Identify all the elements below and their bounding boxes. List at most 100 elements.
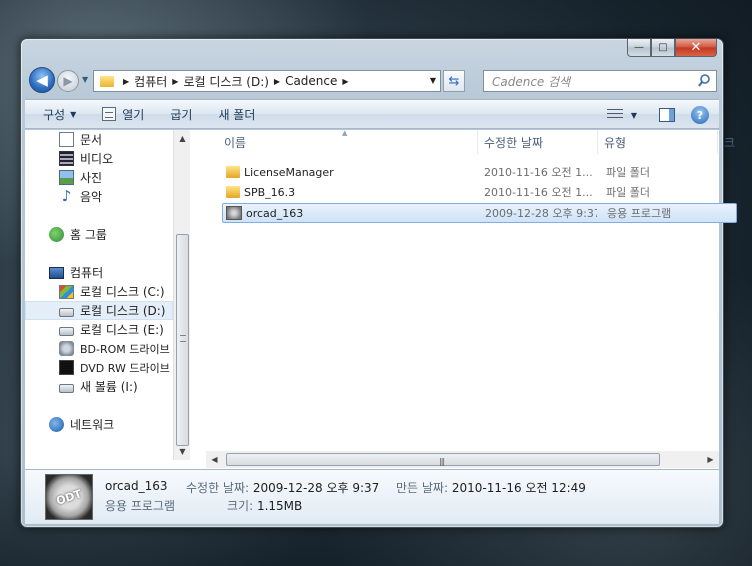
file-list: ▲ 이름 수정한 날짜 유형 크 LicenseManager 2010-11-… — [206, 129, 737, 469]
sidebar-item-pictures[interactable]: 사진 — [25, 168, 173, 187]
scroll-up-icon[interactable]: ▲ — [174, 130, 191, 147]
video-icon — [59, 151, 74, 166]
file-modified: 2010-11-16 오전 1... — [484, 166, 593, 179]
sidebar-item-network[interactable]: 네트워크 — [25, 415, 173, 434]
back-button[interactable]: ◀ — [29, 67, 55, 93]
breadcrumb-computer[interactable]: 컴퓨터 — [134, 73, 167, 90]
homegroup-icon — [49, 227, 64, 242]
sidebar-item-label: 로컬 디스크 (D:) — [80, 304, 166, 318]
created-value: 2010-11-16 오전 12:49 — [451, 481, 586, 495]
scroll-right-icon[interactable]: ▶ — [702, 451, 719, 468]
document-icon — [59, 132, 74, 147]
chevron-right-icon[interactable]: ▶ — [123, 77, 129, 86]
organize-label: 구성 — [43, 107, 66, 122]
size-value: 1.15MB — [256, 499, 303, 513]
address-bar[interactable]: ▶ 컴퓨터 ▶ 로컬 디스크 (D:) ▶ Cadence ▶ ▼ — [93, 70, 441, 92]
sidebar-item-bd-drive[interactable]: BD-ROM 드라이브 — [25, 339, 173, 358]
search-input[interactable]: Cadence 검색 — [483, 70, 717, 92]
sidebar-item-label: 음악 — [80, 190, 103, 204]
address-dropdown-icon[interactable]: ▼ — [430, 76, 436, 85]
recent-pages-dropdown[interactable]: ▼ — [82, 75, 88, 84]
sidebar-item-label: 문서 — [80, 133, 103, 147]
scrollbar-thumb[interactable] — [176, 234, 189, 446]
burn-button[interactable]: 굽기 — [154, 102, 202, 126]
network-icon — [49, 417, 64, 432]
refresh-icon: ⇆ — [448, 73, 460, 89]
close-button[interactable]: ✕ — [675, 39, 717, 57]
chevron-down-icon[interactable]: ▼ — [631, 111, 637, 120]
sidebar-item-dvd-drive[interactable]: DVD RW 드라이브 — [25, 358, 173, 377]
computer-icon — [49, 266, 64, 279]
file-type: 파일 폴더 — [606, 166, 650, 179]
sidebar-item-music[interactable]: ♪ 음악 — [25, 187, 173, 206]
modified-label: 수정한 날짜: — [186, 481, 250, 495]
file-name-cell: SPB_16.3 — [222, 186, 478, 199]
open-button[interactable]: 열기 — [86, 102, 154, 126]
search-icon[interactable] — [698, 74, 710, 88]
navigation-pane: 문서 비디오 사진 ♪ 음악 홈 그룹 컴퓨터 로컬 디스크 (C:) 로컬 디… — [25, 130, 173, 460]
sidebar-item-label: 네트워크 — [70, 418, 115, 432]
grip-icon: ||| — [439, 457, 445, 466]
scroll-down-icon[interactable]: ▼ — [174, 443, 191, 460]
breadcrumb-drive-d[interactable]: 로컬 디스크 (D:) — [183, 73, 268, 90]
column-header-modified[interactable]: 수정한 날짜 — [478, 130, 598, 154]
maximize-button[interactable]: □ — [651, 39, 675, 57]
grip-icon — [180, 335, 186, 342]
sidebar-item-drive-d[interactable]: 로컬 디스크 (D:) — [25, 301, 173, 320]
sidebar-item-computer[interactable]: 컴퓨터 — [25, 263, 173, 282]
file-name-cell: LicenseManager — [222, 166, 478, 179]
scroll-left-icon[interactable]: ◀ — [206, 451, 223, 468]
help-icon[interactable]: ? — [691, 106, 709, 124]
refresh-button[interactable]: ⇆ — [443, 70, 465, 92]
application-icon: ODT — [45, 474, 93, 520]
new-folder-button[interactable]: 새 폴더 — [202, 102, 265, 126]
details-pane: ODT orcad_163 응용 프로그램 수정한 날짜: 2009-12-28… — [25, 469, 719, 524]
chevron-right-icon[interactable]: ▶ — [342, 77, 348, 86]
file-row-spb[interactable]: SPB_16.3 2010-11-16 오전 1... 파일 폴더 — [222, 182, 737, 202]
details-file-type: 응용 프로그램 — [105, 499, 176, 513]
drive-icon — [59, 326, 74, 336]
sidebar-item-drive-e[interactable]: 로컬 디스크 (E:) — [25, 320, 173, 339]
organize-button[interactable]: 구성 ▼ — [25, 102, 86, 126]
open-icon — [102, 107, 117, 121]
details-modified: 수정한 날짜: 2009-12-28 오후 9:37 — [186, 479, 379, 496]
drive-icon — [59, 383, 74, 393]
main-area: 문서 비디오 사진 ♪ 음악 홈 그룹 컴퓨터 로컬 디스크 (C:) 로컬 디… — [25, 129, 737, 469]
file-name: LicenseManager — [244, 165, 334, 179]
details-created: 만든 날짜: 2010-11-16 오전 12:49 — [396, 479, 586, 496]
column-header-size[interactable]: 크 — [718, 130, 738, 154]
sidebar-item-label: BD-ROM 드라이브 — [80, 342, 170, 356]
sidebar-item-homegroup[interactable]: 홈 그룹 — [25, 225, 173, 244]
dvd-drive-icon — [59, 360, 74, 375]
drive-icon — [59, 307, 74, 317]
forward-button[interactable]: ▶ — [57, 70, 79, 92]
column-header-name[interactable]: 이름 — [218, 130, 478, 154]
sidebar-item-volume-i[interactable]: 새 볼륨 (I:) — [25, 377, 173, 396]
view-options-icon[interactable] — [606, 109, 623, 121]
file-list-scrollbar[interactable]: ◀ ||| ▶ — [206, 451, 719, 468]
sidebar-item-drive-c[interactable]: 로컬 디스크 (C:) — [25, 282, 173, 301]
created-label: 만든 날짜: — [396, 481, 449, 495]
file-name: SPB_16.3 — [244, 185, 296, 199]
file-row-licensemanager[interactable]: LicenseManager 2010-11-16 오전 1... 파일 폴더 — [222, 162, 737, 182]
music-icon: ♪ — [61, 187, 72, 205]
chevron-right-icon[interactable]: ▶ — [172, 77, 178, 86]
sidebar-item-documents[interactable]: 문서 — [25, 130, 173, 149]
pane-splitter[interactable] — [190, 130, 206, 469]
breadcrumb-cadence[interactable]: Cadence — [285, 74, 337, 88]
open-label: 열기 — [122, 107, 145, 122]
minimize-button[interactable]: — — [627, 39, 651, 57]
sidebar-item-label: 컴퓨터 — [70, 266, 104, 280]
column-header-type[interactable]: 유형 — [598, 130, 718, 154]
sidebar-item-videos[interactable]: 비디오 — [25, 149, 173, 168]
sidebar-item-label: 로컬 디스크 (E:) — [80, 323, 164, 337]
file-row-orcad[interactable]: orcad_163 2009-12-28 오후 9:37 응용 프로그램 — [222, 203, 737, 223]
chevron-right-icon[interactable]: ▶ — [274, 77, 280, 86]
scrollbar-thumb[interactable]: ||| — [226, 453, 660, 466]
details-file-name: orcad_163 — [105, 479, 168, 493]
bd-drive-icon — [59, 341, 74, 356]
navigation-scrollbar[interactable]: ▲ ▼ — [173, 130, 190, 460]
preview-pane-icon[interactable] — [659, 108, 675, 122]
windows-drive-icon — [59, 284, 74, 299]
details-size: 크기: 1.15MB — [227, 497, 302, 514]
